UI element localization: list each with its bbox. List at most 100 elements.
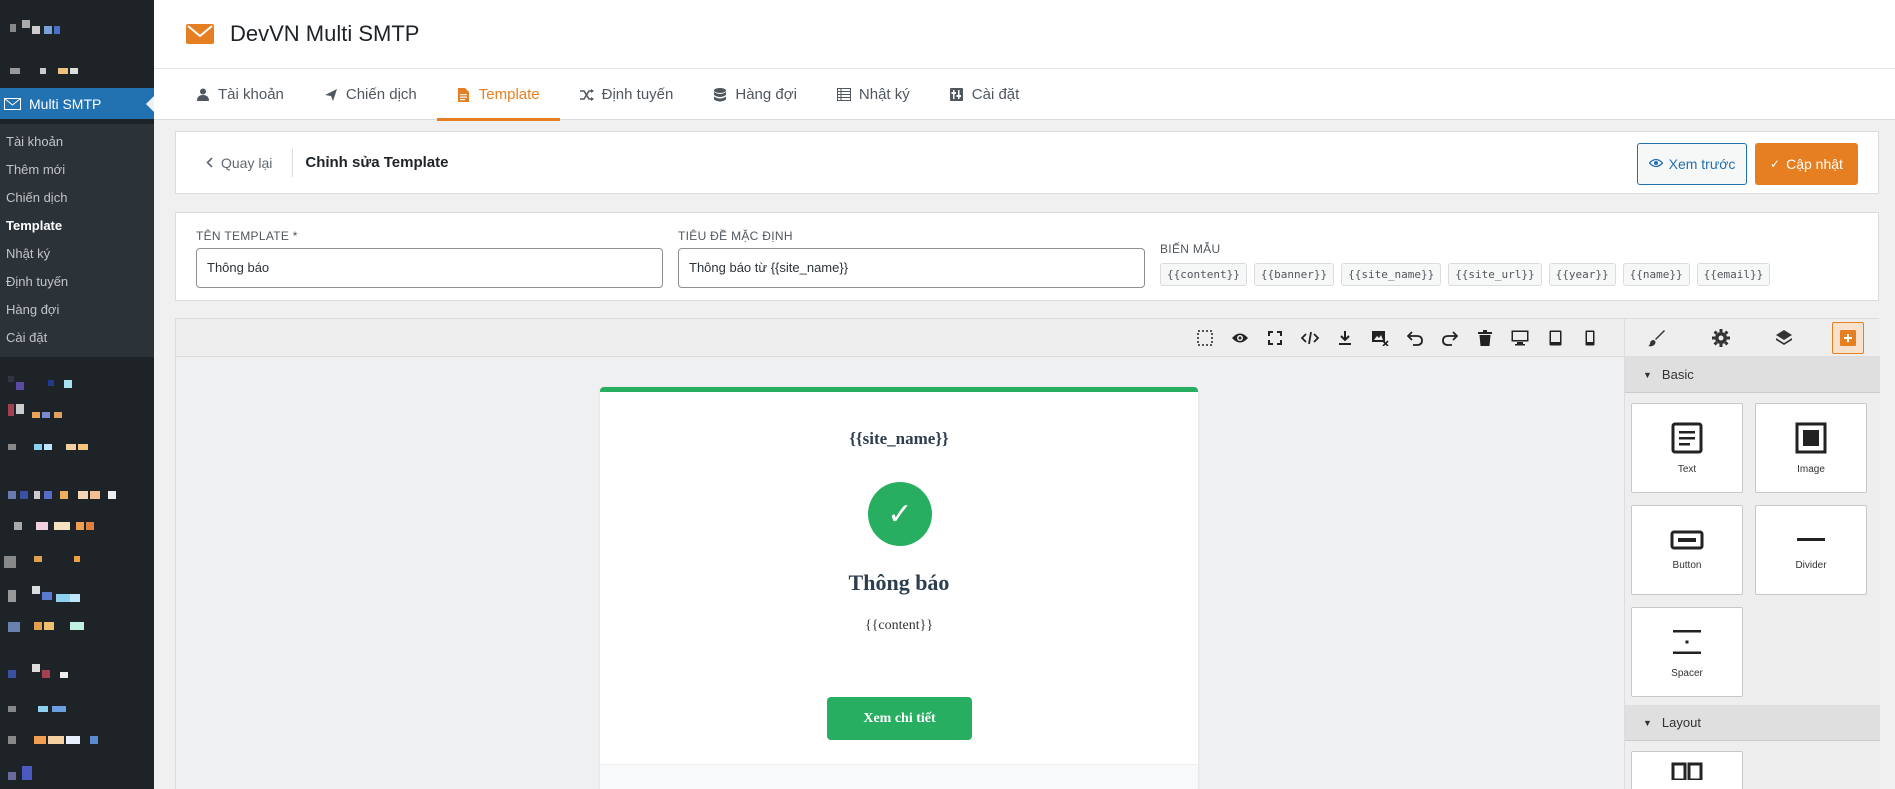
email-cta-button[interactable]: Xem chi tiết	[827, 697, 972, 740]
block-divider-label: Divider	[1795, 559, 1827, 571]
blurred-menu-item[interactable]	[4, 552, 84, 570]
file-icon	[457, 87, 471, 102]
image-remove-icon[interactable]	[1370, 328, 1390, 348]
tab-campaigns[interactable]: Chiến dịch	[304, 69, 437, 120]
template-variables: {{content}} {{banner}} {{site_name}} {{s…	[1160, 263, 1771, 286]
blurred-menu-item[interactable]	[8, 620, 88, 634]
submenu-item-template[interactable]: Template	[0, 216, 154, 244]
text-block-icon	[1671, 422, 1703, 453]
chevron-left-icon	[206, 157, 213, 168]
template-variables-label: BIẾN MẪU	[1160, 242, 1221, 256]
tab-logs[interactable]: Nhật ký	[817, 69, 930, 120]
blurred-menu-item[interactable]	[8, 489, 133, 501]
editor-canvas[interactable]: {{site_name}} ✓ Thông báo {{content}} Xe…	[176, 357, 1624, 789]
update-button-label: Cập nhật	[1786, 156, 1843, 172]
tab-settings[interactable]: Cài đặt	[930, 69, 1040, 120]
tab-template[interactable]: Template	[436, 69, 560, 121]
submenu-item-campaigns[interactable]: Chiến dịch	[0, 188, 154, 216]
submenu-item-settings[interactable]: Cài đặt	[0, 328, 154, 356]
blurred-menu-item[interactable]	[8, 404, 78, 420]
email-content[interactable]: {{content}}	[600, 618, 1198, 634]
brush-icon[interactable]	[1641, 322, 1673, 354]
check-circle-icon[interactable]: ✓	[868, 482, 932, 546]
submenu-item-logs[interactable]: Nhật ký	[0, 244, 154, 272]
layers-icon[interactable]	[1768, 322, 1800, 354]
canvas-toolbar	[176, 319, 1624, 357]
select-outline-icon[interactable]	[1195, 328, 1215, 348]
category-layout-label: Layout	[1661, 715, 1701, 730]
variable-chip[interactable]: {{year}}	[1548, 263, 1616, 286]
variable-chip[interactable]: {{name}}	[1622, 263, 1690, 286]
email-site-name[interactable]: {{site_name}}	[600, 429, 1198, 449]
category-basic[interactable]: ▼ Basic	[1625, 357, 1880, 393]
tab-routing[interactable]: Định tuyến	[560, 69, 694, 120]
blurred-menu-item[interactable]	[8, 586, 88, 604]
gear-icon[interactable]	[1705, 322, 1737, 354]
action-bar: Quay lại Chỉnh sửa Template Xem trước ✓ …	[175, 131, 1879, 194]
blurred-menu-item[interactable]	[14, 520, 104, 534]
eye-icon[interactable]	[1230, 328, 1250, 348]
tab-accounts[interactable]: Tài khoản	[176, 69, 304, 120]
template-name-input[interactable]: Thông báo	[196, 248, 663, 288]
block-divider[interactable]: Divider	[1755, 505, 1867, 595]
block-columns[interactable]	[1631, 751, 1743, 789]
check-icon: ✓	[1770, 157, 1781, 171]
blurred-menu-item[interactable]	[8, 704, 88, 716]
tab-queue[interactable]: Hàng đợi	[693, 69, 817, 120]
menu-multi-smtp[interactable]: Multi SMTP	[0, 88, 154, 119]
variable-chip[interactable]: {{email}}	[1696, 263, 1771, 286]
tab-logs-label: Nhật ký	[858, 86, 910, 103]
redo-icon[interactable]	[1440, 328, 1460, 348]
default-subject-input[interactable]: Thông báo từ {{site_name}}	[678, 248, 1145, 288]
download-icon[interactable]	[1335, 328, 1355, 348]
menu-multi-smtp-label: Multi SMTP	[29, 95, 102, 112]
add-block-icon[interactable]	[1832, 321, 1865, 354]
paper-plane-icon	[324, 88, 338, 102]
blurred-menu-item[interactable]	[8, 734, 108, 748]
page-title: Chỉnh sửa Template	[305, 154, 449, 171]
tablet-icon[interactable]	[1545, 328, 1565, 348]
block-spacer[interactable]: Spacer	[1631, 607, 1743, 697]
category-layout[interactable]: ▼ Layout	[1625, 705, 1880, 741]
back-link-label: Quay lại	[221, 154, 273, 171]
email-heading[interactable]: Thông báo	[600, 570, 1198, 596]
blocks-panel: ▼ Basic Text Image Button Divider Spacer…	[1624, 319, 1880, 789]
fullscreen-icon[interactable]	[1265, 328, 1285, 348]
email-footer[interactable]	[600, 764, 1198, 789]
mobile-icon[interactable]	[1580, 328, 1600, 348]
tab-routing-label: Định tuyến	[601, 86, 674, 103]
blurred-menu-item[interactable]	[8, 664, 88, 682]
update-button[interactable]: ✓ Cập nhật	[1755, 143, 1858, 185]
desktop-icon[interactable]	[1510, 328, 1530, 348]
tab-accounts-label: Tài khoản	[218, 86, 284, 103]
plugin-title: DevVN Multi SMTP	[230, 21, 420, 46]
blurred-menu-item[interactable]	[10, 66, 85, 76]
block-spacer-label: Spacer	[1671, 667, 1703, 679]
block-text[interactable]: Text	[1631, 403, 1743, 493]
email-preview[interactable]: {{site_name}} ✓ Thông báo {{content}} Xe…	[600, 387, 1198, 789]
submenu-item-accounts[interactable]: Tài khoản	[0, 132, 154, 160]
block-button-label: Button	[1672, 559, 1702, 571]
variable-chip[interactable]: {{site_name}}	[1341, 263, 1442, 286]
undo-icon[interactable]	[1405, 328, 1425, 348]
blurred-menu-item[interactable]	[8, 376, 78, 390]
variable-chip[interactable]: {{banner}}	[1253, 263, 1335, 286]
block-text-label: Text	[1677, 463, 1697, 475]
blurred-menu-item[interactable]	[8, 442, 93, 452]
block-image[interactable]: Image	[1755, 403, 1867, 493]
variable-chip[interactable]: {{content}}	[1160, 263, 1247, 286]
blurred-menu-item[interactable]	[8, 764, 48, 782]
submenu-item-queue[interactable]: Hàng đợi	[0, 300, 154, 328]
template-fields: TÊN TEMPLATE * Thông báo TIÊU ĐỀ MẶC ĐỊN…	[175, 212, 1879, 301]
divider-block-icon	[1797, 537, 1825, 541]
back-link[interactable]: Quay lại	[206, 148, 294, 177]
preview-button[interactable]: Xem trước	[1637, 143, 1747, 185]
trash-icon[interactable]	[1475, 328, 1495, 348]
blurred-menu-item[interactable]	[10, 20, 80, 36]
block-button[interactable]: Button	[1631, 505, 1743, 595]
code-icon[interactable]	[1300, 328, 1320, 348]
submenu-item-add-new[interactable]: Thêm mới	[0, 160, 154, 188]
variable-chip[interactable]: {{site_url}}	[1448, 263, 1542, 286]
category-basic-label: Basic	[1661, 367, 1694, 382]
submenu-item-routing[interactable]: Định tuyến	[0, 272, 154, 300]
